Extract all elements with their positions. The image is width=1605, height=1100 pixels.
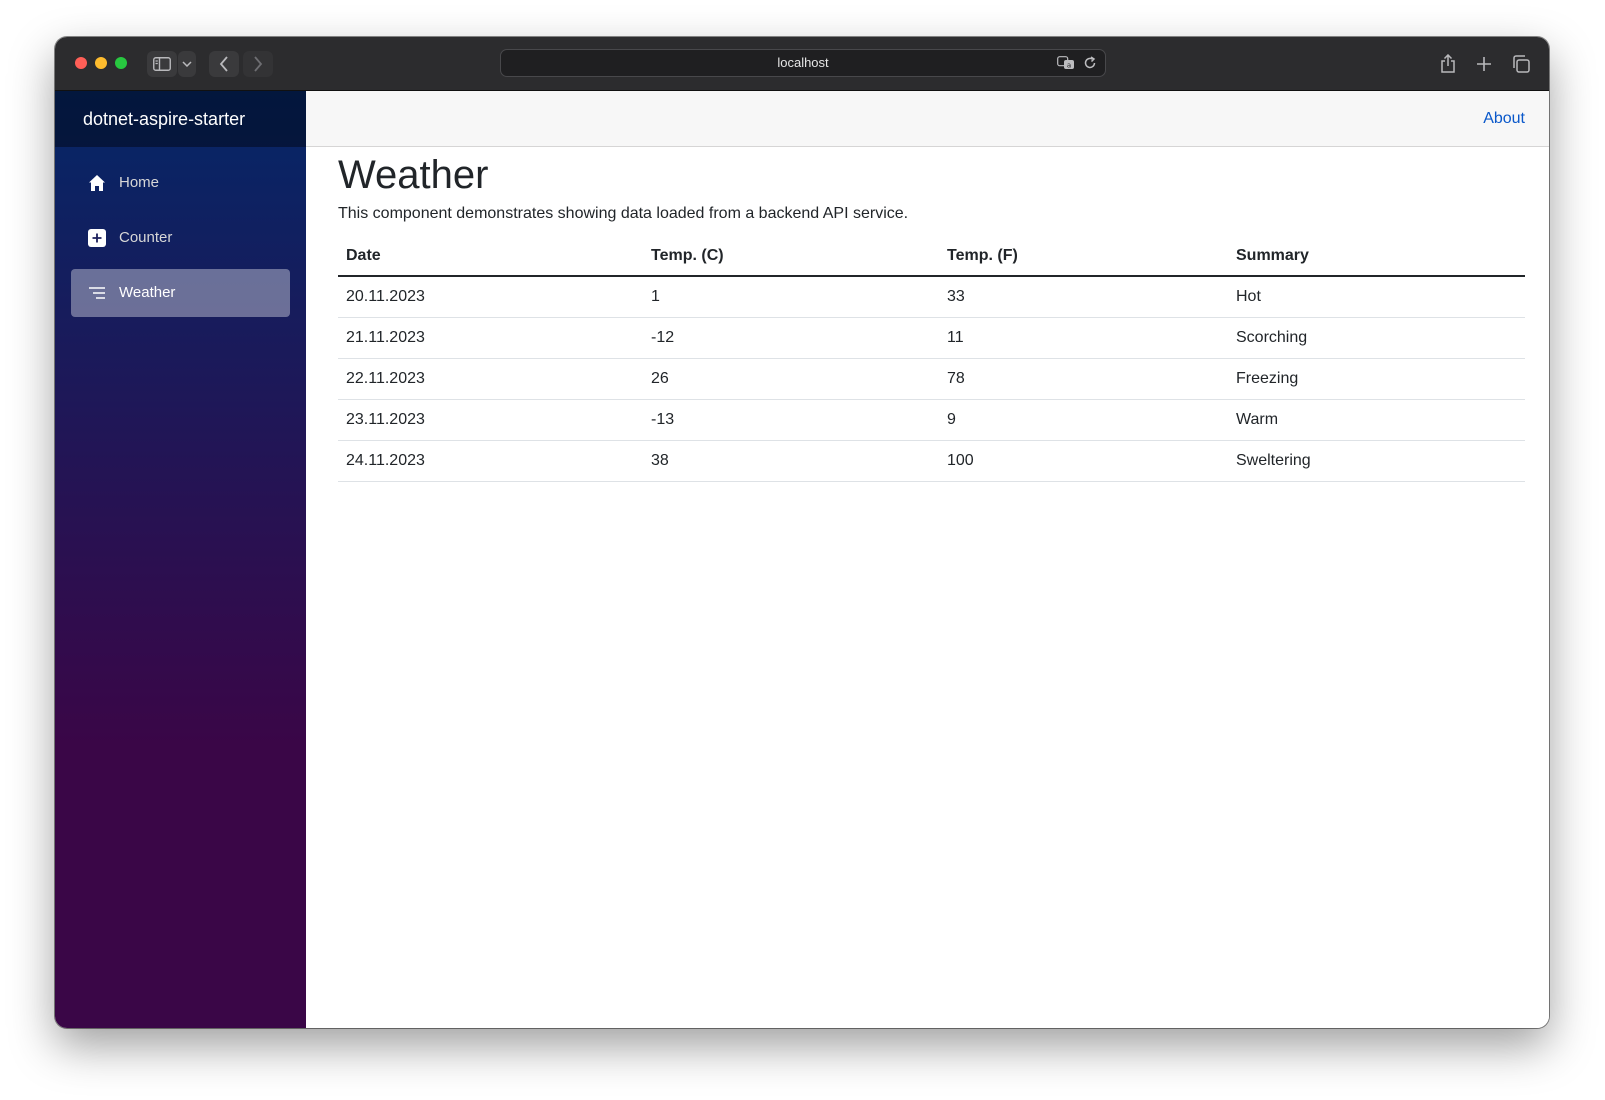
cell-temp-f: 100 xyxy=(939,440,1228,482)
cell-summary: Warm xyxy=(1228,399,1525,441)
column-header-summary: Summary xyxy=(1228,236,1525,277)
new-tab-button[interactable] xyxy=(1470,51,1498,77)
tab-overview-button[interactable] xyxy=(1507,51,1535,77)
main-content: About Weather This component demonstrate… xyxy=(306,91,1549,1028)
sidebar-icon xyxy=(153,57,171,71)
chevron-left-icon xyxy=(219,56,228,72)
about-link[interactable]: About xyxy=(1483,91,1525,146)
svg-text:a: a xyxy=(1067,62,1071,70)
table-row: 20.11.2023 1 33 Hot xyxy=(338,276,1525,318)
top-row: About xyxy=(306,91,1549,147)
cell-summary: Hot xyxy=(1228,276,1525,318)
cell-temp-c: -12 xyxy=(643,317,939,359)
sidebar-menu-button[interactable] xyxy=(178,51,196,77)
browser-toolbar: localhost a xyxy=(55,37,1549,91)
cell-temp-f: 11 xyxy=(939,317,1228,359)
cell-summary: Sweltering xyxy=(1228,440,1525,482)
table-row: 23.11.2023 -13 9 Warm xyxy=(338,399,1525,441)
page-description: This component demonstrates showing data… xyxy=(338,205,909,222)
desktop: localhost a dotnet-aspire-starter Home C… xyxy=(0,0,1605,1100)
app: dotnet-aspire-starter Home Counter Weath… xyxy=(55,91,1549,1028)
nav-item-home-label: Home xyxy=(119,174,160,191)
share-button[interactable] xyxy=(1434,51,1462,77)
tabs-overview-icon xyxy=(1513,55,1530,73)
cell-date: 23.11.2023 xyxy=(338,399,643,441)
cell-temp-f: 33 xyxy=(939,276,1228,318)
table-header-row: Date Temp. (C) Temp. (F) Summary xyxy=(338,236,1525,277)
cell-summary: Freezing xyxy=(1228,358,1525,400)
cell-date: 21.11.2023 xyxy=(338,317,643,359)
cell-temp-f: 9 xyxy=(939,399,1228,441)
table-row: 21.11.2023 -12 11 Scorching xyxy=(338,317,1525,359)
cell-temp-f: 78 xyxy=(939,358,1228,400)
home-icon xyxy=(87,173,107,193)
close-window-button[interactable] xyxy=(75,57,87,69)
cell-date: 20.11.2023 xyxy=(338,276,643,318)
table-row: 22.11.2023 26 78 Freezing xyxy=(338,358,1525,400)
cell-date: 22.11.2023 xyxy=(338,358,643,400)
sidebar: dotnet-aspire-starter Home Counter Weath… xyxy=(55,91,306,1028)
nav-item-counter[interactable]: Counter xyxy=(71,214,290,262)
back-button[interactable] xyxy=(209,51,239,77)
translate-icon[interactable]: a xyxy=(1057,56,1075,70)
minimize-window-button[interactable] xyxy=(95,57,107,69)
column-header-temp-c: Temp. (C) xyxy=(643,236,939,277)
page-title: Weather xyxy=(338,153,489,197)
cell-temp-c: 38 xyxy=(643,440,939,482)
column-header-temp-f: Temp. (F) xyxy=(939,236,1228,277)
url-text: localhost xyxy=(777,55,829,70)
plus-icon xyxy=(1477,57,1491,71)
brand-link[interactable]: dotnet-aspire-starter xyxy=(83,91,245,147)
nav-item-weather-label: Weather xyxy=(119,284,176,301)
weather-table: Date Temp. (C) Temp. (F) Summary 20.11.2… xyxy=(338,236,1525,482)
nav-item-weather[interactable]: Weather xyxy=(71,269,290,317)
cell-temp-c: -13 xyxy=(643,399,939,441)
nav-item-home[interactable]: Home xyxy=(71,159,290,207)
share-icon xyxy=(1441,54,1455,73)
browser-window: localhost a dotnet-aspire-starter Home C… xyxy=(55,37,1549,1028)
chevron-right-icon xyxy=(254,56,263,72)
cell-temp-c: 1 xyxy=(643,276,939,318)
cell-date: 24.11.2023 xyxy=(338,440,643,482)
reload-icon[interactable] xyxy=(1083,56,1097,70)
cell-summary: Scorching xyxy=(1228,317,1525,359)
list-icon xyxy=(87,283,107,303)
column-header-date: Date xyxy=(338,236,643,277)
chevron-down-icon xyxy=(182,61,192,67)
forward-button[interactable] xyxy=(243,51,273,77)
nav-item-counter-label: Counter xyxy=(119,229,173,246)
sidebar-toggle-button[interactable] xyxy=(147,51,177,77)
cell-temp-c: 26 xyxy=(643,358,939,400)
zoom-window-button[interactable] xyxy=(115,57,127,69)
brand-bar: dotnet-aspire-starter xyxy=(55,91,306,147)
plus-square-icon xyxy=(87,228,107,248)
address-bar[interactable]: localhost a xyxy=(500,49,1106,77)
table-row: 24.11.2023 38 100 Sweltering xyxy=(338,440,1525,482)
